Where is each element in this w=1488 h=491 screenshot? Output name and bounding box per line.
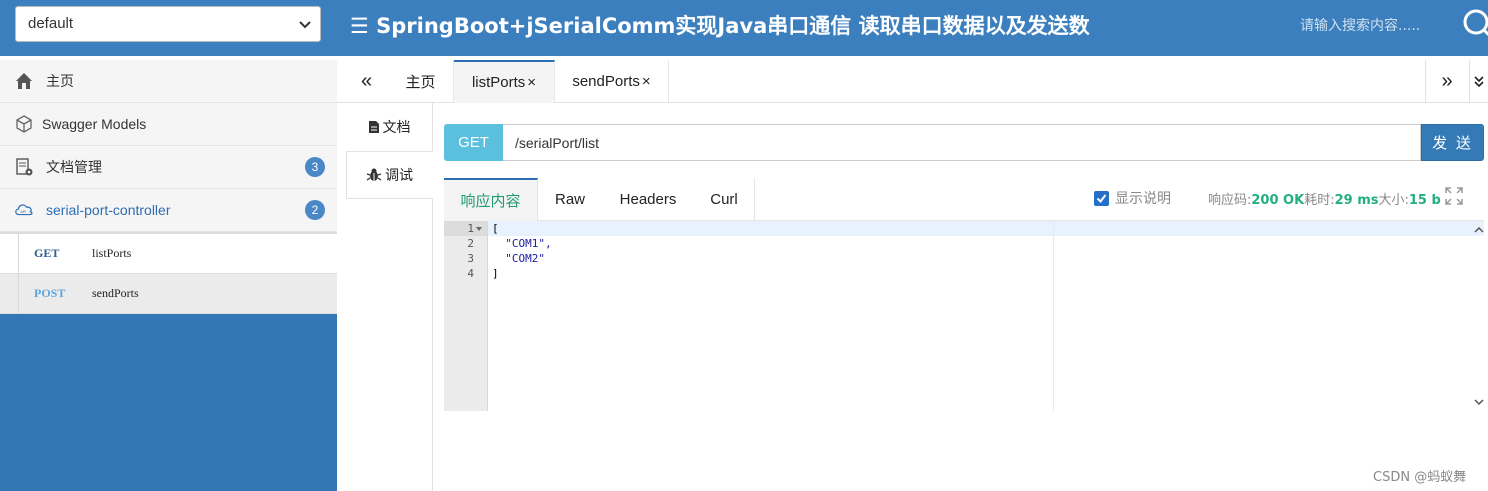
line-number: 1 — [444, 221, 487, 236]
tab-debug[interactable]: 调试 — [346, 151, 433, 199]
sidebar-item-label: serial-port-controller — [46, 202, 171, 218]
api-name: sendPorts — [92, 286, 139, 300]
tab-label: 文档 — [382, 120, 411, 136]
tab-bar: « 主页 listPorts × sendPorts × » — [337, 60, 1488, 103]
fullscreen-icon[interactable] — [1444, 186, 1464, 206]
status-code-value: 200 OK — [1251, 193, 1305, 208]
api-list: GET listPorts POST sendPorts — [0, 232, 337, 314]
page-title: ☰ SpringBoot+jSerialComm实现Java串口通信 读取串口数… — [350, 14, 1090, 38]
url-input[interactable] — [503, 124, 1421, 161]
api-item-sendports[interactable]: POST sendPorts — [0, 274, 337, 314]
send-button[interactable]: 发 送 — [1421, 124, 1484, 161]
sidebar-item-doc-management[interactable]: 文档管理 3 — [0, 146, 337, 189]
check-icon — [1096, 193, 1107, 203]
code-line: "COM1", — [492, 237, 552, 250]
tab-response-content[interactable]: 响应内容 — [444, 178, 538, 221]
doc-debug-tabs: 文档 调试 — [346, 103, 433, 491]
size-label: 大小: — [1378, 193, 1409, 208]
line-number: 4 — [467, 267, 474, 280]
group-select[interactable]: default — [15, 6, 321, 42]
tab-menu-button[interactable] — [1469, 60, 1488, 102]
home-icon — [14, 71, 34, 91]
top-header: default ☰ SpringBoot+jSerialComm实现Java串口… — [0, 0, 1488, 56]
response-tabs: 响应内容 Raw Headers Curl 显示说明 响应码:200 OK耗时:… — [444, 178, 1484, 221]
line-number: 2 — [467, 237, 474, 250]
sidebar-item-serial-port-controller[interactable]: API serial-port-controller 2 — [0, 189, 337, 232]
bug-icon — [366, 168, 382, 181]
code-line: ] — [492, 267, 499, 280]
tab-label: 调试 — [385, 168, 413, 184]
http-method: GET — [34, 246, 60, 260]
file-icon — [368, 121, 379, 133]
checkbox[interactable] — [1094, 190, 1109, 206]
response-editor[interactable]: 1 2 3 4 [ "COM1", "COM2" ] — [444, 221, 1484, 411]
code-line: [ — [488, 221, 1484, 236]
time-value: 29 ms — [1334, 193, 1379, 208]
search-icon[interactable] — [1460, 6, 1488, 40]
tree-rail — [18, 274, 19, 313]
api-name: listPorts — [92, 246, 132, 260]
editor-gutter: 1 2 3 4 — [444, 221, 488, 411]
request-row: GET 发 送 — [444, 124, 1484, 161]
sidebar-item-label: 文档管理 — [46, 159, 102, 175]
tab-sendports[interactable]: sendPorts × — [555, 60, 669, 103]
size-value: 15 b — [1408, 193, 1441, 208]
tab-label: listPorts — [471, 74, 526, 91]
tab-home[interactable]: 主页 — [388, 60, 454, 103]
cloud-api-icon: API — [14, 200, 34, 220]
group-select-value: default — [28, 15, 74, 32]
tab-headers[interactable]: Headers — [602, 178, 694, 221]
status-code-label: 响应码: — [1208, 193, 1252, 208]
tab-curl[interactable]: Curl — [694, 178, 755, 221]
line-number: 3 — [467, 252, 474, 265]
search-input[interactable] — [1294, 12, 1454, 40]
scroll-up-icon[interactable] — [1474, 225, 1484, 235]
main-panel: « 主页 listPorts × sendPorts × » 文档 调试 GET… — [337, 56, 1488, 491]
time-label: 耗时: — [1304, 193, 1335, 208]
tab-label: sendPorts — [572, 73, 640, 90]
tab-scroll-left-button[interactable]: « — [345, 60, 388, 102]
close-icon[interactable]: × — [527, 74, 536, 91]
api-item-listports[interactable]: GET listPorts — [0, 234, 337, 274]
code-line: "COM2" — [492, 252, 545, 265]
tree-rail — [18, 234, 19, 273]
tab-label: 主页 — [405, 74, 436, 91]
close-icon[interactable]: × — [642, 73, 651, 90]
chevron-down-icon — [299, 21, 311, 29]
print-margin — [1053, 221, 1054, 411]
http-method-chip: GET — [444, 124, 503, 161]
tab-scroll-right-button[interactable]: » — [1425, 60, 1468, 102]
sidebar-item-label: Swagger Models — [42, 116, 147, 132]
sidebar-menu: 主页 Swagger Models 文档管理 3 API serial-port… — [0, 60, 337, 232]
watermark: CSDN @蚂蚁舞 — [1373, 470, 1467, 485]
chevron-down-icon — [1474, 76, 1484, 88]
sidebar-item-label: 主页 — [46, 73, 74, 89]
tab-document[interactable]: 文档 — [346, 103, 432, 151]
show-description-toggle[interactable]: 显示说明 — [1094, 188, 1171, 208]
http-method: POST — [34, 286, 66, 300]
cube-icon — [14, 114, 34, 134]
count-badge: 2 — [305, 200, 325, 220]
sidebar-item-home[interactable]: 主页 — [0, 60, 337, 103]
show-description-label: 显示说明 — [1115, 191, 1171, 207]
editor-code: [ "COM1", "COM2" ] — [488, 221, 1484, 411]
sidebar: 主页 Swagger Models 文档管理 3 API serial-port… — [0, 60, 337, 491]
tab-listports[interactable]: listPorts × — [454, 60, 555, 103]
response-meta: 响应码:200 OK耗时:29 ms大小:15 b — [1208, 189, 1441, 208]
scroll-down-icon[interactable] — [1474, 397, 1484, 407]
count-badge: 3 — [305, 157, 325, 177]
tab-raw[interactable]: Raw — [538, 178, 602, 221]
document-settings-icon — [14, 157, 34, 177]
svg-text:API: API — [20, 210, 26, 214]
sidebar-item-swagger-models[interactable]: Swagger Models — [0, 103, 337, 146]
